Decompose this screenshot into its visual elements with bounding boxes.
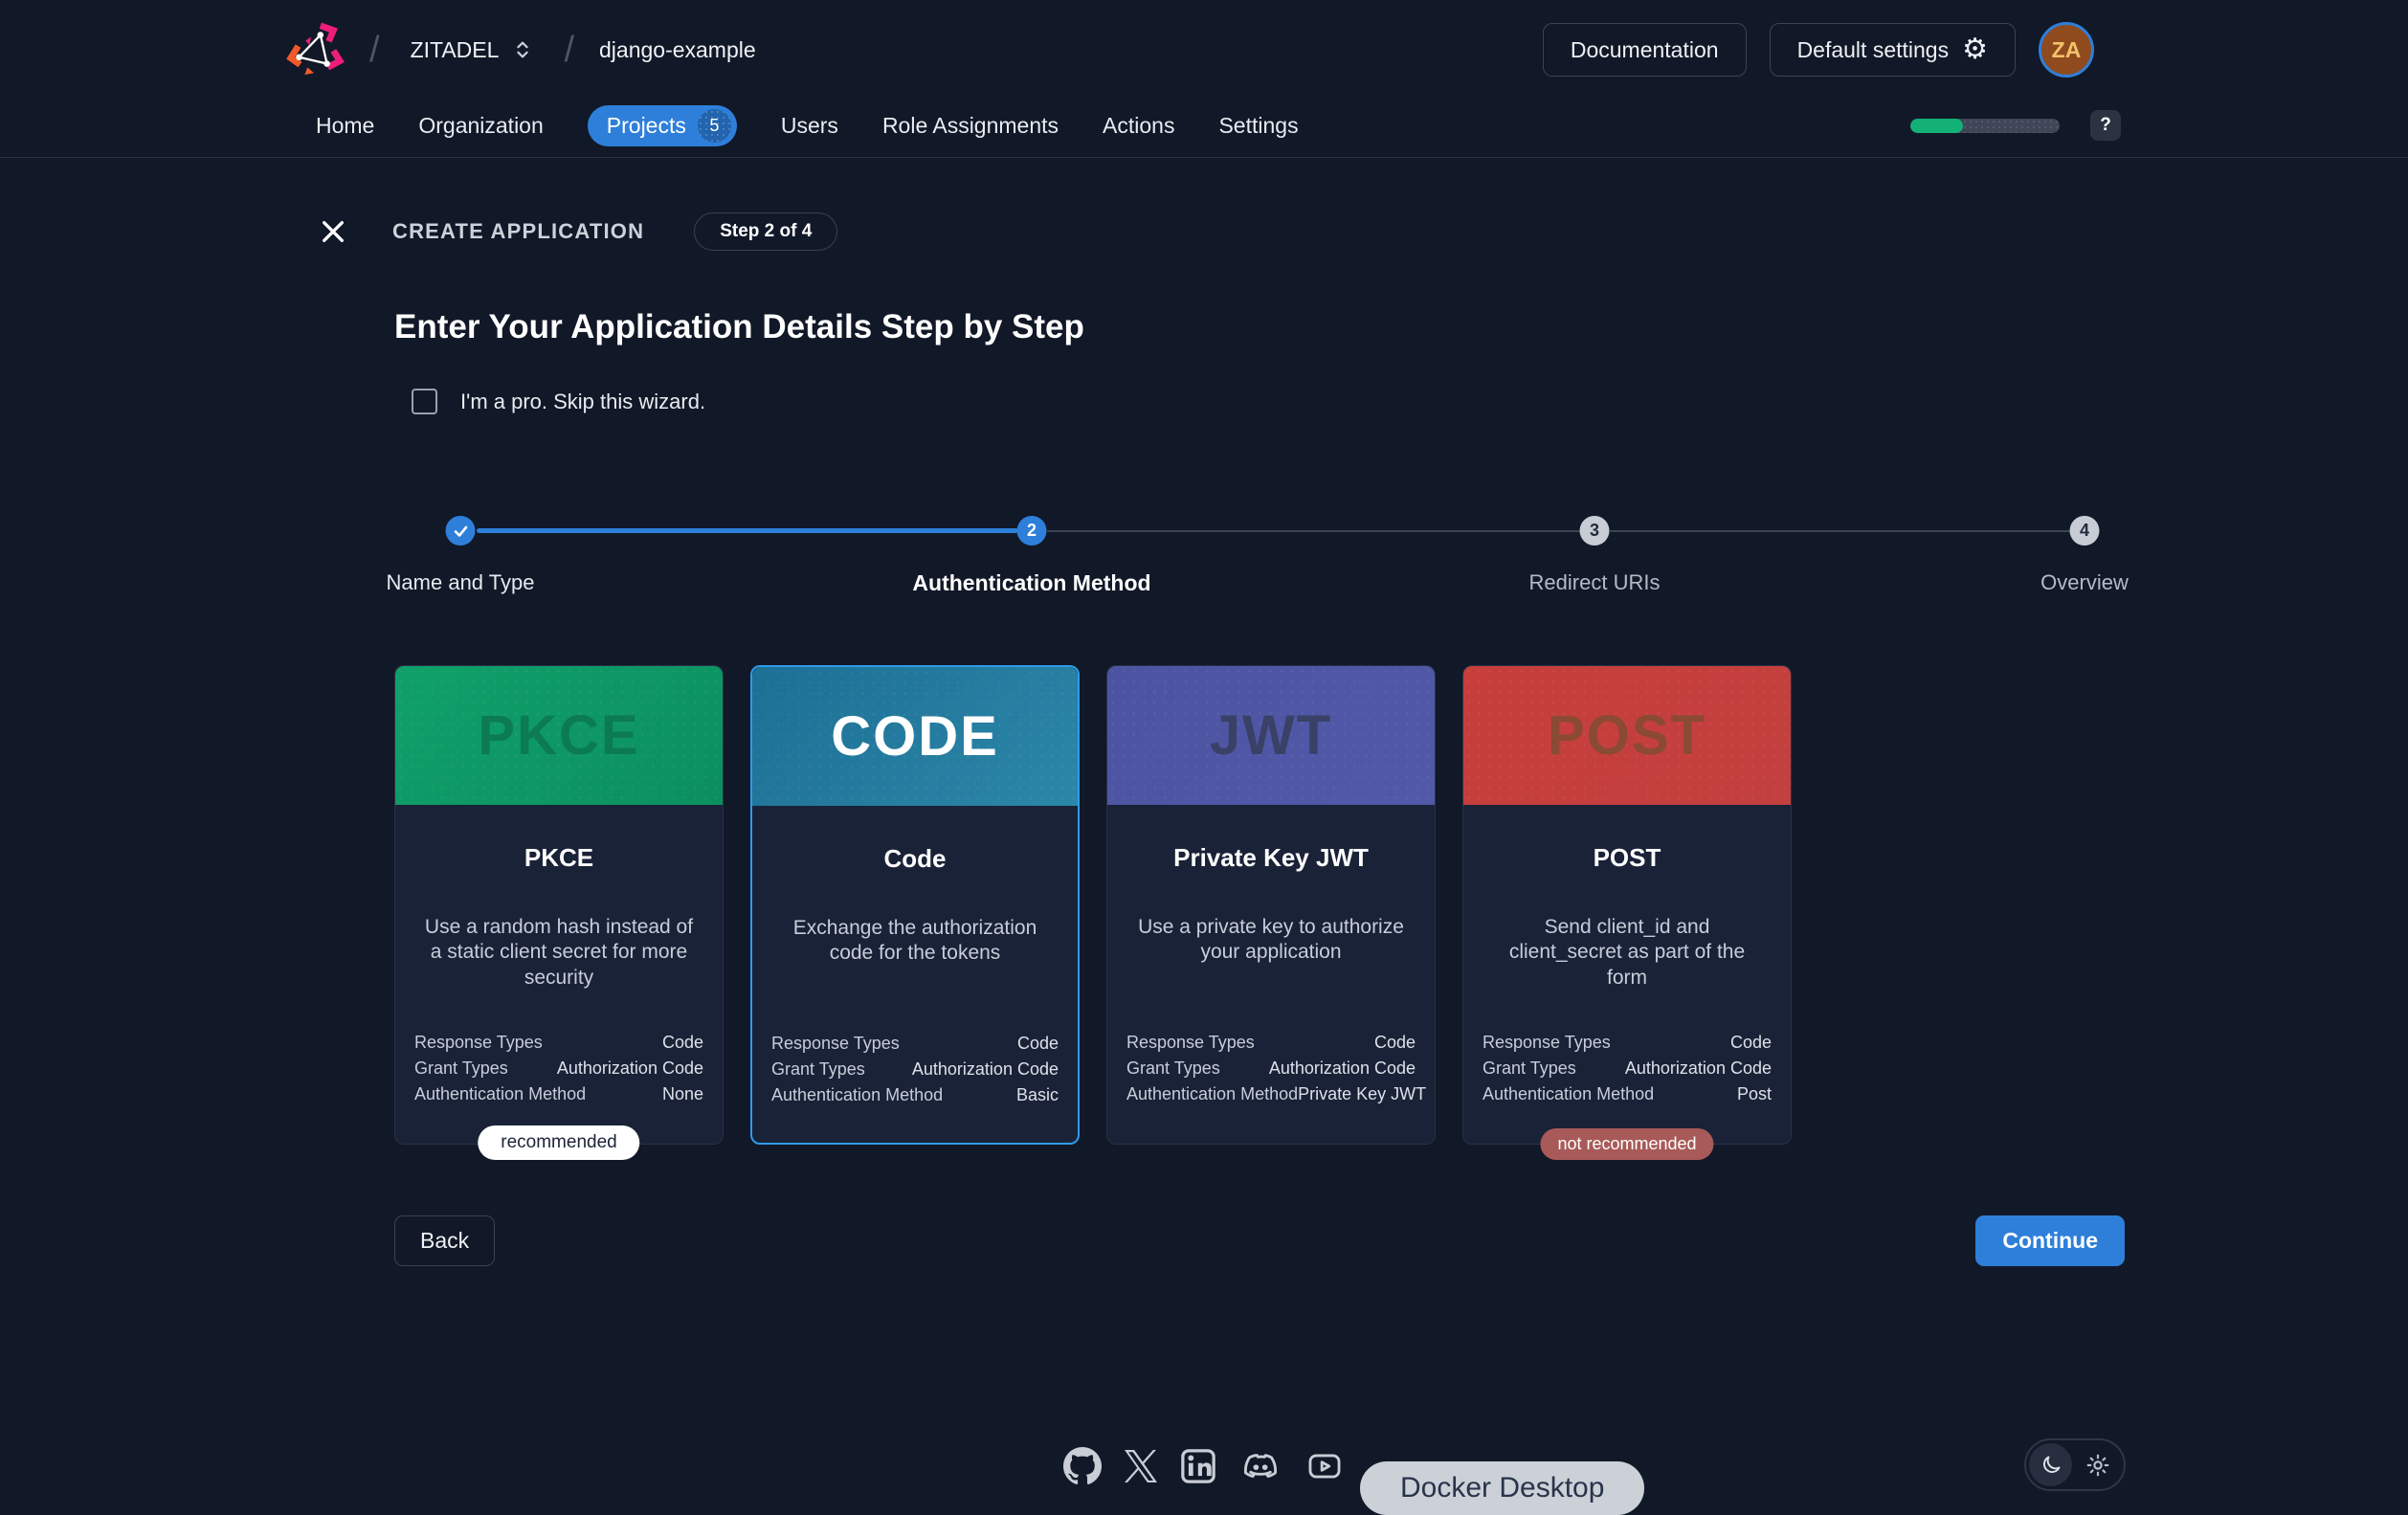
step-1-label: Name and Type — [387, 570, 535, 595]
auth-method-card-code[interactable]: CODE Code Exchange the authorization cod… — [750, 665, 1080, 1145]
post-banner: POST — [1463, 666, 1791, 805]
jwt-banner: JWT — [1107, 666, 1435, 805]
stepper-connector-done — [477, 528, 1018, 533]
check-icon — [451, 522, 470, 541]
moon-icon — [2040, 1454, 2062, 1477]
code-banner: CODE — [752, 667, 1078, 806]
card-details: Response TypesCode Grant TypesAuthorizat… — [1483, 1030, 1772, 1107]
step-2-circle: 2 — [1017, 516, 1047, 546]
dark-mode-button[interactable] — [2029, 1443, 2072, 1486]
page-title: Enter Your Application Details Step by S… — [394, 308, 1084, 346]
youtube-icon[interactable] — [1304, 1448, 1345, 1484]
close-icon[interactable] — [316, 214, 350, 249]
breadcrumb-separator: / — [369, 32, 380, 68]
step-4-label: Overview — [2040, 570, 2129, 595]
pkce-banner: PKCE — [395, 666, 723, 805]
wizard-kicker: CREATE APPLICATION — [392, 219, 644, 244]
zitadel-logo[interactable] — [285, 20, 345, 79]
card-description: Send client_id and client_secret as part… — [1488, 915, 1766, 991]
skip-wizard-label: I'm a pro. Skip this wizard. — [460, 390, 705, 414]
docker-desktop-button[interactable]: Docker Desktop — [1360, 1461, 1644, 1515]
skip-wizard-checkbox[interactable] — [412, 389, 437, 414]
card-description: Use a random hash instead of a static cl… — [420, 915, 698, 991]
back-button[interactable]: Back — [394, 1215, 495, 1266]
step-4-circle: 4 — [2070, 516, 2100, 546]
light-mode-button[interactable] — [2072, 1451, 2124, 1480]
stepper-connector — [1610, 530, 2070, 532]
step-2-label: Authentication Method — [912, 570, 1150, 596]
continue-button[interactable]: Continue — [1975, 1215, 2125, 1266]
not-recommended-badge: not recommended — [1540, 1128, 1713, 1160]
sun-icon — [2085, 1452, 2111, 1479]
auth-method-cards: PKCE PKCE Use a random hash instead of a… — [394, 665, 1792, 1145]
card-title: PKCE — [524, 843, 593, 873]
linkedin-icon[interactable] — [1180, 1448, 1216, 1484]
step-1-circle — [446, 516, 476, 546]
auth-method-card-post[interactable]: POST POST Send client_id and client_secr… — [1462, 665, 1792, 1145]
card-title: POST — [1594, 843, 1661, 873]
github-icon[interactable] — [1063, 1447, 1102, 1485]
card-description: Use a private key to authorize your appl… — [1132, 915, 1410, 966]
zitadel-logo-icon — [285, 20, 345, 79]
recommended-badge: recommended — [478, 1125, 639, 1160]
step-indicator-pill: Step 2 of 4 — [694, 212, 837, 251]
card-details: Response TypesCode Grant TypesAuthorizat… — [414, 1030, 703, 1107]
card-title: Code — [884, 844, 947, 874]
step-3-label: Redirect URIs — [1529, 570, 1661, 595]
auth-method-card-jwt[interactable]: JWT Private Key JWT Use a private key to… — [1106, 665, 1436, 1145]
nav-item-home[interactable]: Home — [316, 113, 374, 139]
x-icon[interactable] — [1125, 1450, 1157, 1482]
step-3-circle: 3 — [1580, 516, 1610, 546]
card-description: Exchange the authorization code for the … — [777, 916, 1053, 967]
auth-method-card-pkce[interactable]: PKCE PKCE Use a random hash instead of a… — [394, 665, 724, 1145]
card-details: Response TypesCode Grant TypesAuthorizat… — [1126, 1030, 1416, 1107]
create-application-wizard: CREATE APPLICATION Step 2 of 4 Enter You… — [394, 0, 2125, 1340]
discord-icon[interactable] — [1239, 1447, 1282, 1485]
card-title: Private Key JWT — [1173, 843, 1369, 873]
zitadel-console: / ZITADEL / django-example Documentation — [0, 0, 2408, 1499]
card-details: Response TypesCode Grant TypesAuthorizat… — [771, 1031, 1059, 1108]
stepper-connector — [1047, 530, 1580, 532]
social-links — [1063, 1447, 1345, 1485]
theme-toggle — [2024, 1438, 2126, 1491]
wizard-stepper: 2 3 4 Name and Type Authentication Metho… — [394, 516, 2125, 612]
